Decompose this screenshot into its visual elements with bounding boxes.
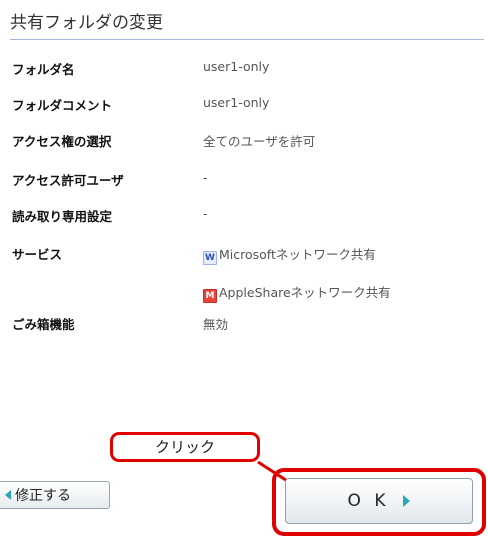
service-label: Microsoftネットワーク共有 bbox=[219, 247, 376, 262]
page-title: 共有フォルダの変更 bbox=[10, 8, 484, 40]
field-value: 無効 bbox=[203, 317, 229, 332]
fix-button[interactable]: 修正する bbox=[0, 481, 110, 509]
field-value: - bbox=[203, 170, 208, 185]
service-label: AppleShareネットワーク共有 bbox=[219, 285, 391, 300]
field-value: user1-only bbox=[203, 95, 270, 110]
arrow-right-icon bbox=[403, 495, 411, 507]
field-value: - bbox=[203, 206, 208, 221]
arrow-left-icon bbox=[5, 490, 11, 500]
service-item-appleshare: M AppleShareネットワーク共有 bbox=[203, 282, 391, 303]
field-label: フォルダ名 bbox=[12, 62, 75, 77]
ok-button[interactable]: O K bbox=[285, 478, 473, 524]
field-label: 読み取り専用設定 bbox=[12, 209, 113, 224]
service-item-microsoft: W Microsoftネットワーク共有 bbox=[203, 244, 376, 265]
appleshare-icon: M bbox=[203, 289, 217, 303]
fix-button-label: 修正する bbox=[15, 488, 71, 504]
field-value: 全てのユーザを許可 bbox=[203, 134, 316, 149]
field-value: user1-only bbox=[203, 59, 270, 74]
field-label: ごみ箱機能 bbox=[12, 317, 75, 332]
ok-button-label: O K bbox=[347, 491, 390, 511]
field-label: サービス bbox=[12, 247, 63, 262]
field-label: フォルダコメント bbox=[12, 98, 113, 113]
microsoft-share-icon: W bbox=[203, 251, 217, 265]
field-label: アクセス権の選択 bbox=[12, 134, 112, 149]
field-label: アクセス許可ユーザ bbox=[12, 173, 124, 188]
click-callout: クリック bbox=[110, 432, 260, 462]
